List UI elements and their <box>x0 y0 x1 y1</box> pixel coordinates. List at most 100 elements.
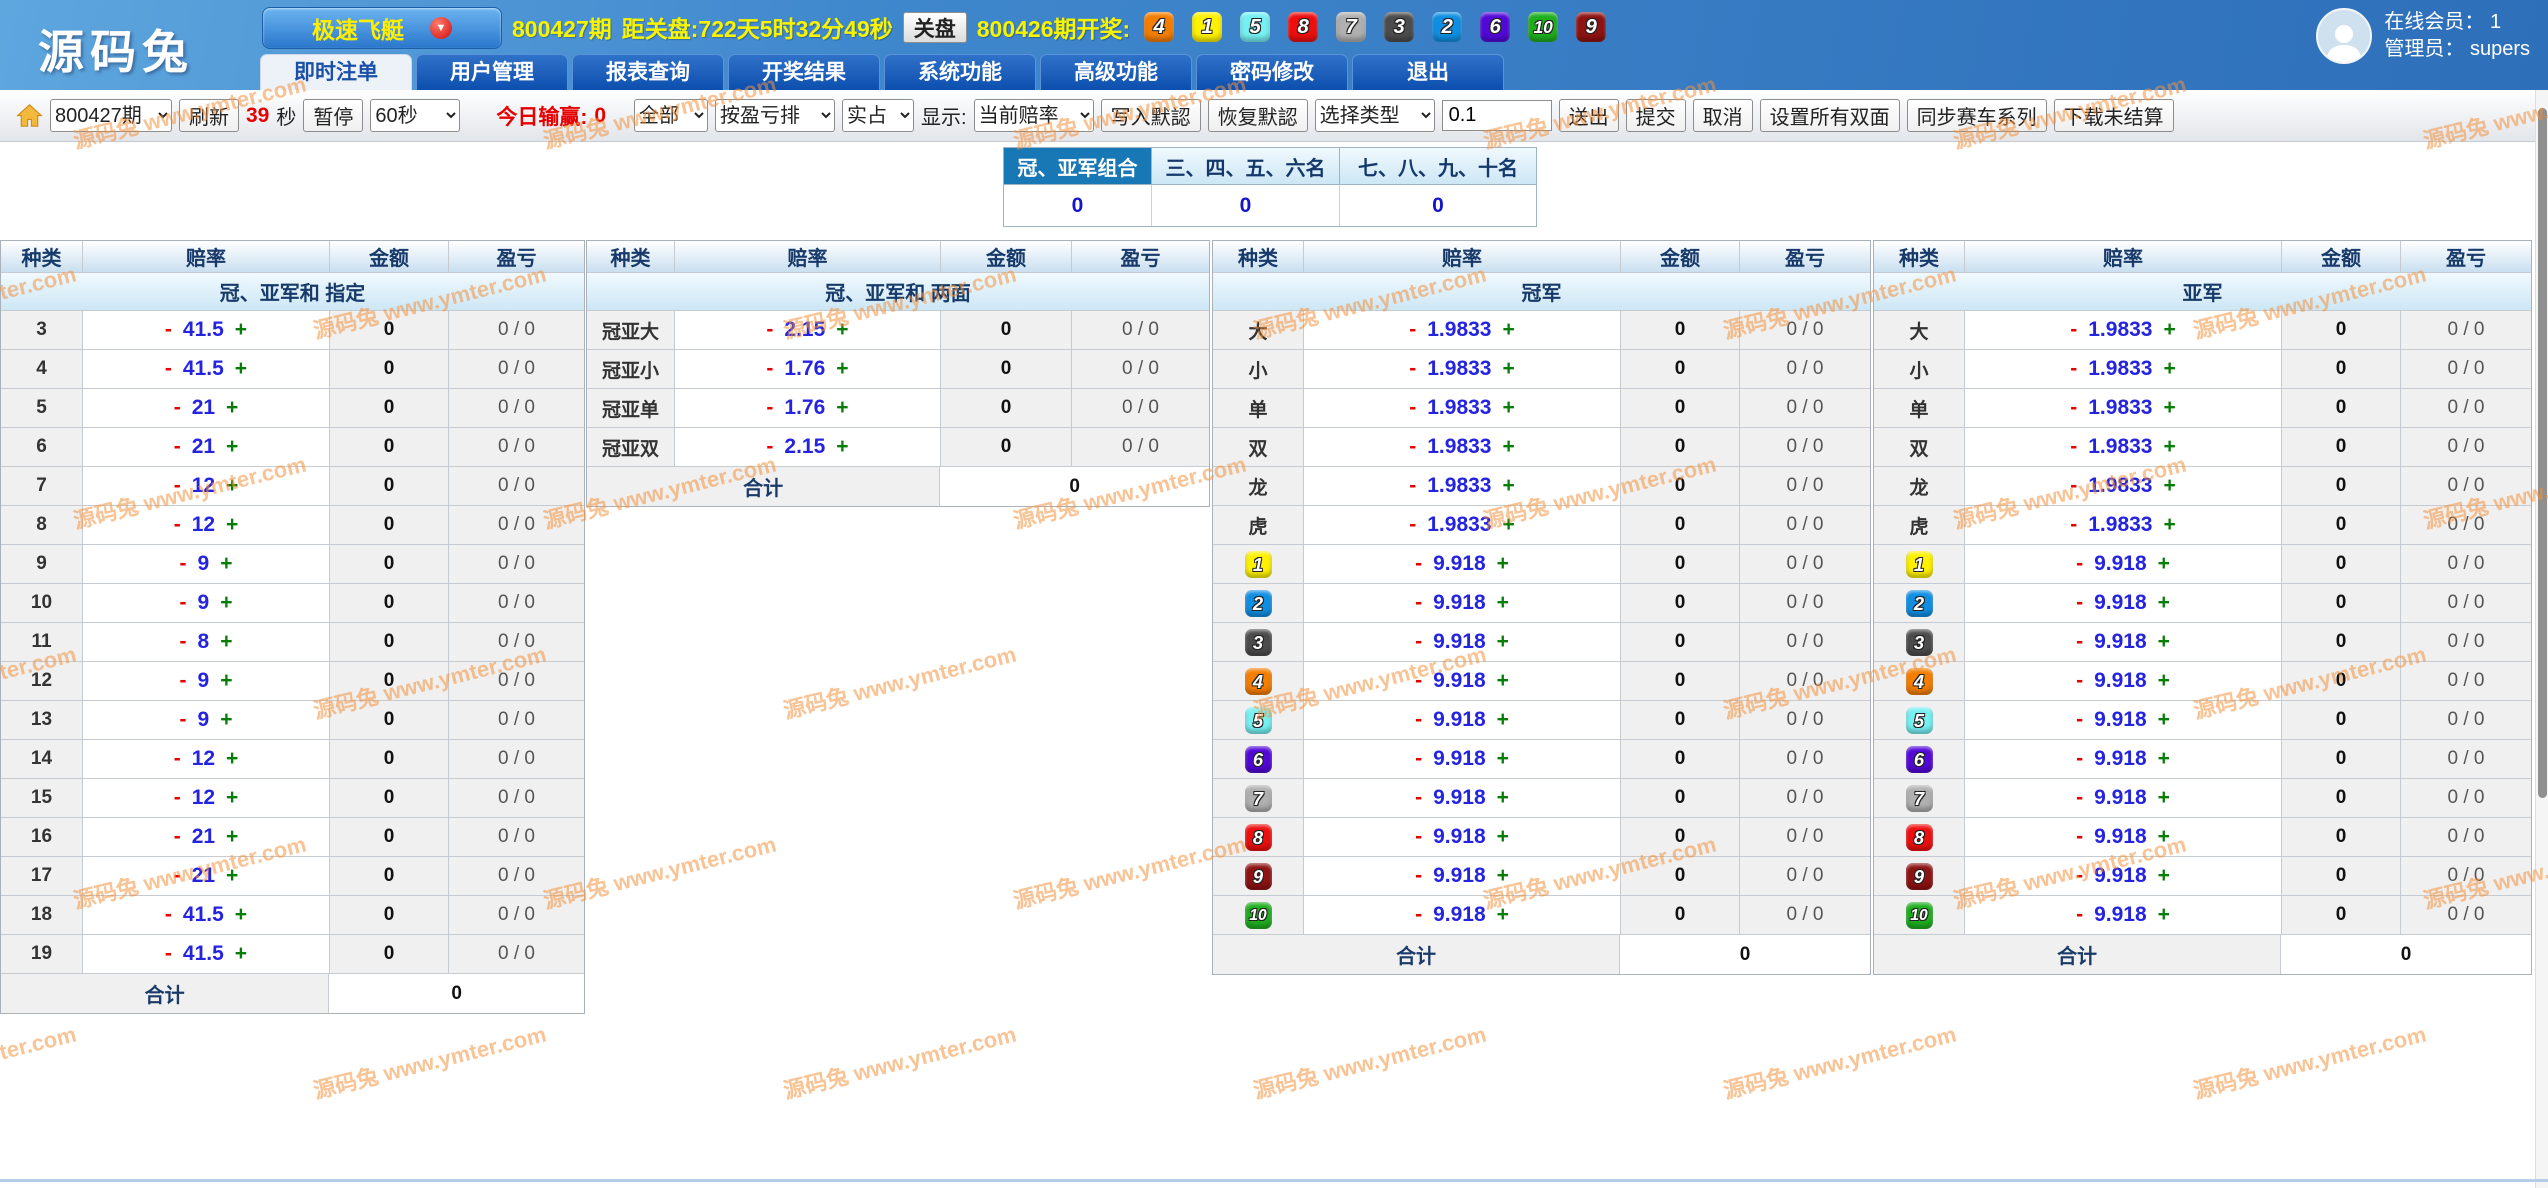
odds-decrease-button[interactable]: - <box>2070 357 2077 381</box>
odds-increase-button[interactable]: + <box>1502 513 1514 537</box>
summary-tab-champion-combo[interactable]: 冠、亚军组合 <box>1004 148 1152 185</box>
odds-increase-button[interactable]: + <box>2158 903 2170 927</box>
odds-increase-button[interactable]: + <box>2158 630 2170 654</box>
odds-increase-button[interactable]: + <box>2163 513 2175 537</box>
game-select-button[interactable]: 极速飞艇 ▼ <box>262 7 502 49</box>
odds-increase-button[interactable]: + <box>226 864 238 888</box>
odds-step-input[interactable] <box>1442 100 1552 131</box>
odds-decrease-button[interactable]: - <box>1415 786 1422 810</box>
cancel-button[interactable]: 取消 <box>1693 99 1753 132</box>
close-market-button[interactable]: 关盘 <box>903 12 967 43</box>
send-button[interactable]: 送出 <box>1559 99 1619 132</box>
odds-decrease-button[interactable]: - <box>1409 357 1416 381</box>
odds-increase-button[interactable]: + <box>235 942 247 966</box>
odds-decrease-button[interactable]: - <box>2076 786 2083 810</box>
odds-decrease-button[interactable]: - <box>1415 552 1422 576</box>
sort-select[interactable]: 按盈亏排 <box>715 99 835 132</box>
submit-button[interactable]: 提交 <box>1626 99 1686 132</box>
odds-decrease-button[interactable]: - <box>2076 630 2083 654</box>
odds-increase-button[interactable]: + <box>220 669 232 693</box>
odds-increase-button[interactable]: + <box>2158 825 2170 849</box>
odds-increase-button[interactable]: + <box>1497 708 1509 732</box>
odds-increase-button[interactable]: + <box>1497 747 1509 771</box>
odds-decrease-button[interactable]: - <box>174 474 181 498</box>
download-unsettled-button[interactable]: 下载未结算 <box>2054 99 2174 132</box>
odds-increase-button[interactable]: + <box>2158 786 2170 810</box>
home-icon[interactable] <box>16 102 43 129</box>
sync-racing-series-button[interactable]: 同步赛车系列 <box>1907 99 2047 132</box>
odds-increase-button[interactable]: + <box>1497 630 1509 654</box>
odds-increase-button[interactable]: + <box>2158 552 2170 576</box>
filter-all-select[interactable]: 全部 <box>634 99 708 132</box>
odds-increase-button[interactable]: + <box>2158 708 2170 732</box>
odds-increase-button[interactable]: + <box>2163 435 2175 459</box>
odds-increase-button[interactable]: + <box>2163 318 2175 342</box>
nav-tab-instant-bets[interactable]: 即时注单 <box>260 54 412 90</box>
odds-increase-button[interactable]: + <box>1497 825 1509 849</box>
odds-decrease-button[interactable]: - <box>1415 747 1422 771</box>
odds-decrease-button[interactable]: - <box>2076 708 2083 732</box>
odds-increase-button[interactable]: + <box>2158 864 2170 888</box>
nav-tab-change-password[interactable]: 密码修改 <box>1196 54 1348 90</box>
odds-decrease-button[interactable]: - <box>180 630 187 654</box>
odds-decrease-button[interactable]: - <box>1415 864 1422 888</box>
odds-decrease-button[interactable]: - <box>2076 669 2083 693</box>
odds-increase-button[interactable]: + <box>1502 435 1514 459</box>
odds-decrease-button[interactable]: - <box>1415 630 1422 654</box>
odds-increase-button[interactable]: + <box>836 357 848 381</box>
odds-decrease-button[interactable]: - <box>174 513 181 537</box>
odds-increase-button[interactable]: + <box>226 825 238 849</box>
odds-increase-button[interactable]: + <box>836 318 848 342</box>
odds-decrease-button[interactable]: - <box>1415 591 1422 615</box>
odds-decrease-button[interactable]: - <box>766 357 773 381</box>
vertical-scrollbar[interactable] <box>2535 90 2548 1188</box>
odds-increase-button[interactable]: + <box>235 357 247 381</box>
summary-tab-rank-7-10[interactable]: 七、八、九、十名 <box>1340 148 1536 185</box>
odds-increase-button[interactable]: + <box>1502 318 1514 342</box>
odds-decrease-button[interactable]: - <box>165 903 172 927</box>
odds-decrease-button[interactable]: - <box>174 864 181 888</box>
odds-increase-button[interactable]: + <box>1497 786 1509 810</box>
refresh-button[interactable]: 刷新 <box>179 99 239 132</box>
odds-decrease-button[interactable]: - <box>174 435 181 459</box>
odds-decrease-button[interactable]: - <box>2070 474 2077 498</box>
odds-decrease-button[interactable]: - <box>1415 669 1422 693</box>
odds-decrease-button[interactable]: - <box>180 591 187 615</box>
odds-increase-button[interactable]: + <box>836 396 848 420</box>
restore-default-button[interactable]: 恢复默認 <box>1208 99 1308 132</box>
odds-decrease-button[interactable]: - <box>2076 591 2083 615</box>
write-default-button[interactable]: 写入默認 <box>1101 99 1201 132</box>
period-select[interactable]: 800427期 <box>50 99 172 132</box>
odds-increase-button[interactable]: + <box>836 435 848 459</box>
odds-decrease-button[interactable]: - <box>165 942 172 966</box>
odds-increase-button[interactable]: + <box>1497 669 1509 693</box>
odds-increase-button[interactable]: + <box>220 630 232 654</box>
odds-decrease-button[interactable]: - <box>180 708 187 732</box>
odds-decrease-button[interactable]: - <box>766 396 773 420</box>
odds-increase-button[interactable]: + <box>226 513 238 537</box>
odds-increase-button[interactable]: + <box>226 786 238 810</box>
type-select[interactable]: 选择类型 <box>1315 99 1435 132</box>
set-all-double-button[interactable]: 设置所有双面 <box>1760 99 1900 132</box>
odds-decrease-button[interactable]: - <box>165 357 172 381</box>
odds-increase-button[interactable]: + <box>1502 357 1514 381</box>
nav-tab-logout[interactable]: 退出 <box>1352 54 1504 90</box>
summary-tab-rank-3-6[interactable]: 三、四、五、六名 <box>1152 148 1340 185</box>
odds-increase-button[interactable]: + <box>220 591 232 615</box>
odds-decrease-button[interactable]: - <box>180 669 187 693</box>
nav-tab-system-functions[interactable]: 系统功能 <box>884 54 1036 90</box>
odds-increase-button[interactable]: + <box>2158 669 2170 693</box>
odds-decrease-button[interactable]: - <box>2070 318 2077 342</box>
odds-decrease-button[interactable]: - <box>1409 474 1416 498</box>
odds-decrease-button[interactable]: - <box>766 435 773 459</box>
nav-tab-report-query[interactable]: 报表查询 <box>572 54 724 90</box>
odds-increase-button[interactable]: + <box>1497 864 1509 888</box>
odds-decrease-button[interactable]: - <box>1409 396 1416 420</box>
odds-increase-button[interactable]: + <box>2158 747 2170 771</box>
odds-increase-button[interactable]: + <box>1497 903 1509 927</box>
odds-decrease-button[interactable]: - <box>2070 513 2077 537</box>
odds-decrease-button[interactable]: - <box>2076 825 2083 849</box>
odds-decrease-button[interactable]: - <box>2076 903 2083 927</box>
odds-decrease-button[interactable]: - <box>180 552 187 576</box>
occupy-select[interactable]: 实占 <box>842 99 914 132</box>
